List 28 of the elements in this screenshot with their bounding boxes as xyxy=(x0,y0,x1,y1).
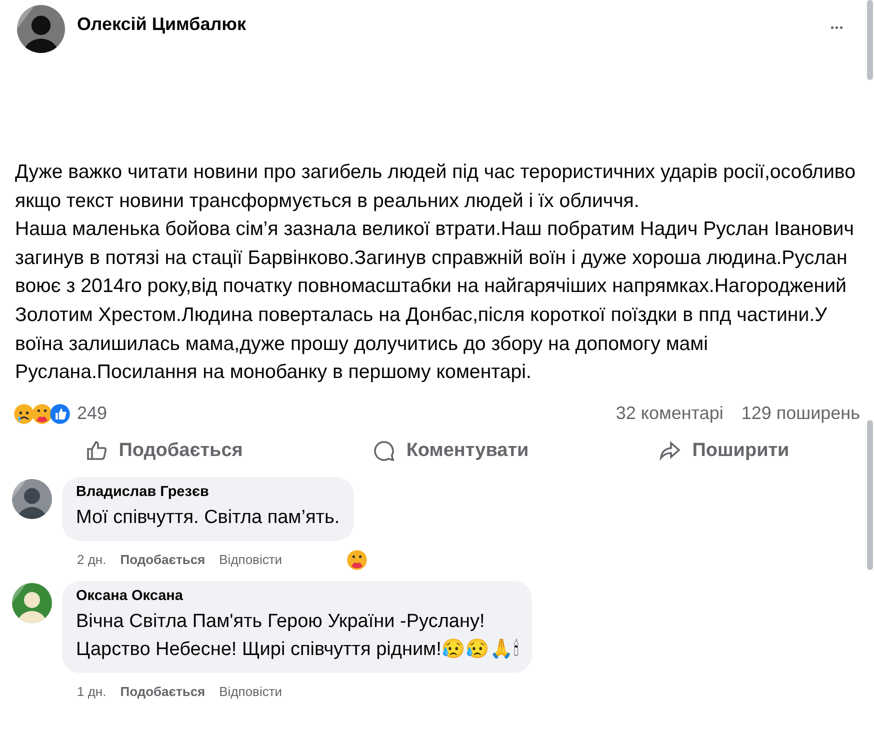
post-paragraph: Наша маленька бойова сім’я зазнала великої втрати.Наш побратим Надич Руслан Іванович загинув в потязі на стації Барвінково.Загинув справжній воїн і дуже хороша людина.Руслан воює з 2014го року,від початку повномасштабки на найгарячіших напрямках.Нагороджений Золотим Хрестом.Людина поверталась на Донбас,після короткої поїздки в ппд частини.У воїна залишилась мама,дуже прошу долучитись до збору на допомогу мамі Руслана.Посилання на монобанку в першому коментарі. xyxy=(15,217,855,386)
comment-icon xyxy=(372,438,396,463)
reply-link[interactable]: Відповісти xyxy=(219,552,282,568)
care-reaction-icon xyxy=(346,548,368,571)
more-options-button[interactable]: ••• xyxy=(830,23,844,34)
commenter-name[interactable]: Оксана Оксана xyxy=(76,588,518,604)
comment-text: Мої співчуття. Світла пам’ять. xyxy=(76,506,340,530)
like-button[interactable]: Подобається xyxy=(84,438,243,463)
care-reaction-icon xyxy=(31,402,53,425)
comment-count[interactable]: 32 коментарі xyxy=(616,403,724,424)
commenter-name[interactable]: Владислав Грезєв xyxy=(76,484,340,500)
share-button[interactable]: Поширити xyxy=(658,438,790,463)
comment-text: Вічна Світла Пам'ять Герою України -Руслану! xyxy=(76,610,486,634)
like-reaction-icon xyxy=(49,402,71,425)
post-paragraph: Дуже важко читати новини про загибель людей під час терористичних ударів росії,особливо якщо текст новини трансформується в реальних людей і їх обличчя. xyxy=(15,160,857,214)
comment-text: Царство Небесне! Щирі співчуття рідним!😥😥🙏🕯 xyxy=(76,638,518,662)
share-arrow-icon xyxy=(658,438,682,463)
author-name[interactable]: Олексій Цимбалюк xyxy=(77,14,818,35)
thumbs-up-icon xyxy=(84,438,109,463)
like-link[interactable]: Подобається xyxy=(120,552,206,568)
share-count[interactable]: 129 поширень xyxy=(741,403,860,424)
sad-reaction-icon xyxy=(13,402,35,425)
like-link[interactable]: Подобається xyxy=(120,684,206,700)
reply-link[interactable]: Відповісти xyxy=(219,684,282,700)
reaction-count[interactable]: 249 xyxy=(77,403,598,424)
comment-time[interactable]: 2 дн. xyxy=(77,552,106,568)
comment-time[interactable]: 1 дн. xyxy=(77,684,106,700)
comment-button[interactable]: Коментувати xyxy=(372,438,529,463)
